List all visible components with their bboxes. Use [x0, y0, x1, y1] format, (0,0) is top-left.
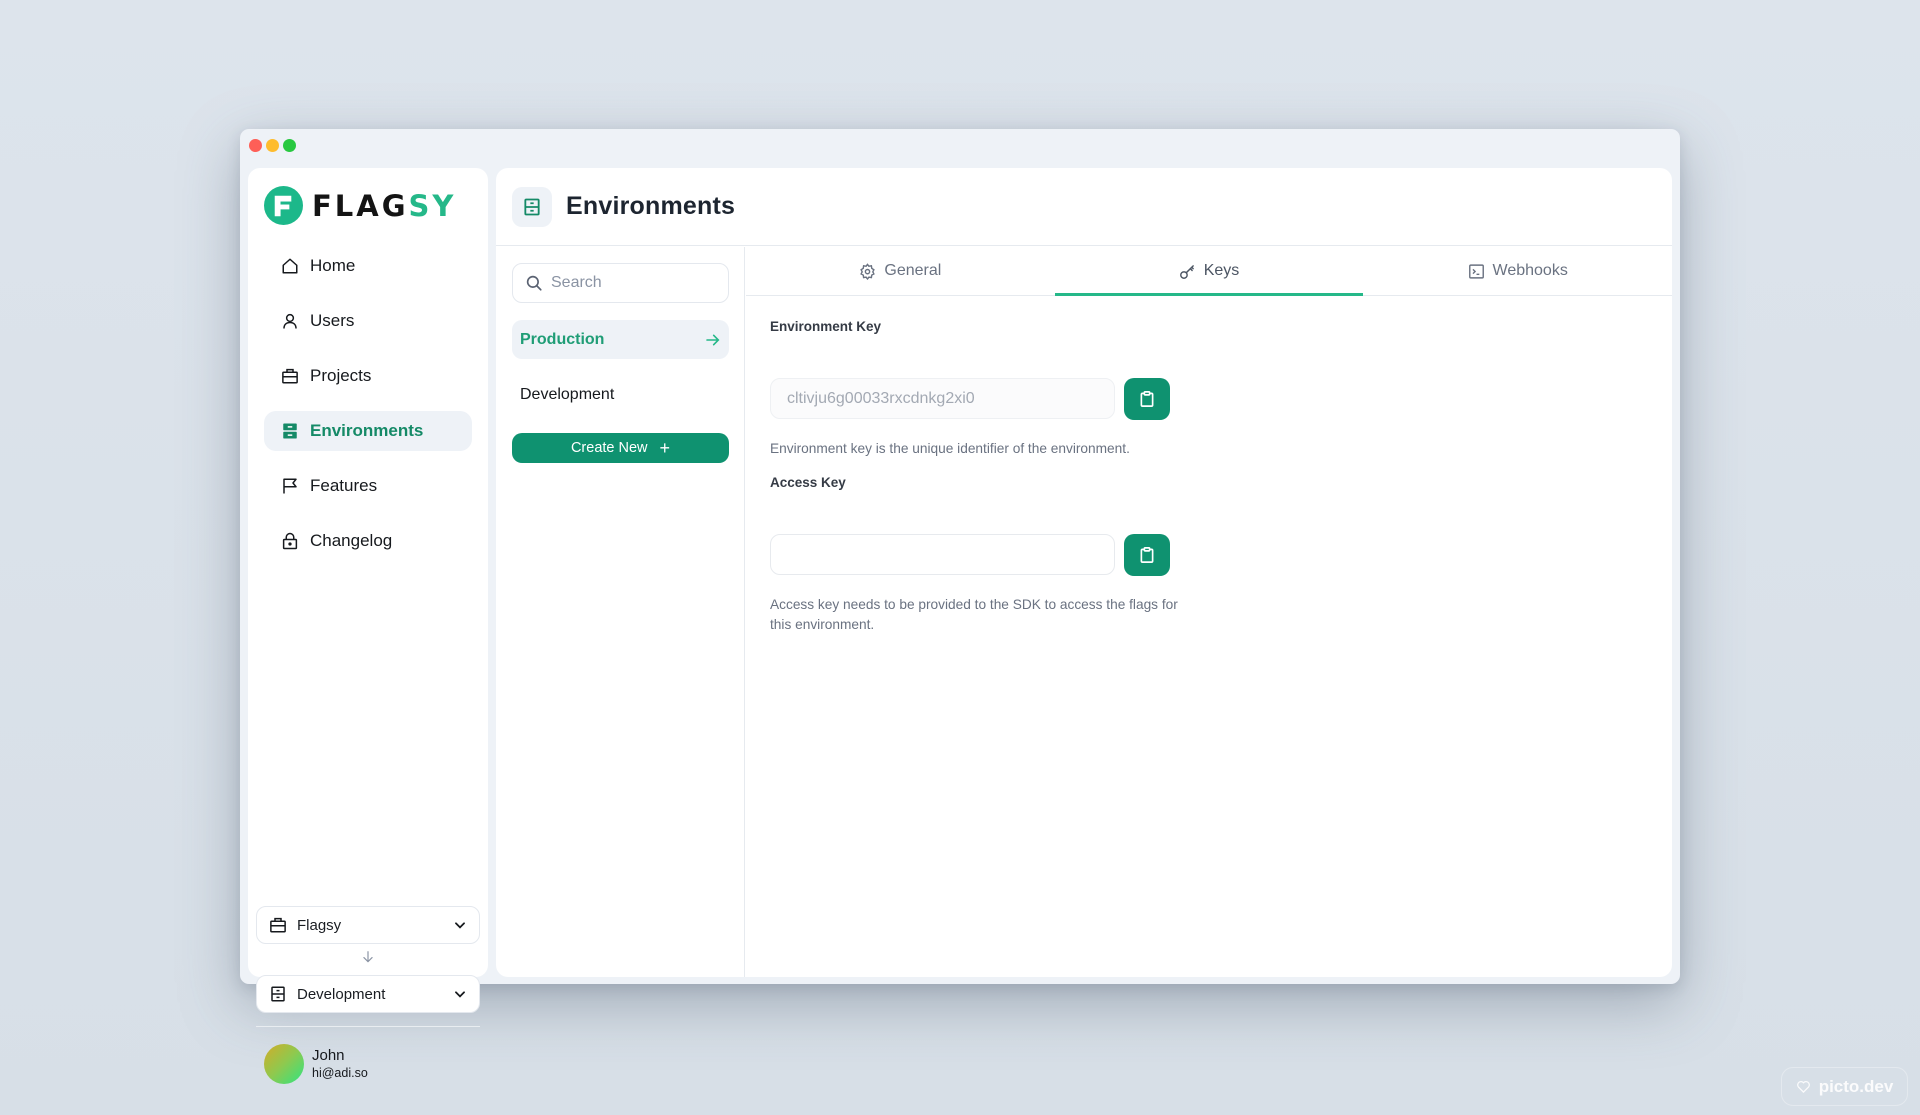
user-icon: [280, 311, 300, 331]
user-name: John: [312, 1047, 345, 1064]
sidebar-item-environments[interactable]: Environments: [264, 411, 472, 451]
environment-item-production[interactable]: Production: [512, 320, 729, 359]
tab-label: Keys: [1203, 262, 1240, 279]
sidebar-item-projects[interactable]: Projects: [264, 356, 472, 396]
sidebar-divider: [256, 1026, 480, 1027]
sidebar-item-label: Home: [310, 256, 356, 275]
arrow-down-icon: [358, 950, 378, 970]
environment-key-label: Environment Key: [770, 319, 882, 334]
access-key-label: Access Key: [770, 475, 846, 490]
logo-text-part1: FLAG: [312, 188, 409, 223]
user-email: hi@adi.so: [312, 1066, 368, 1080]
key-icon: [1179, 263, 1196, 280]
environment-item-label: Production: [520, 330, 605, 348]
tab-label: General: [884, 262, 942, 279]
close-window-button[interactable]: [249, 139, 262, 152]
sidebar-item-home[interactable]: Home: [264, 246, 472, 286]
sidebar-item-features[interactable]: Features: [264, 466, 472, 506]
search-icon: [525, 274, 543, 292]
project-switcher-value: Flagsy: [297, 916, 342, 934]
window-controls: [249, 139, 296, 152]
tab-keys[interactable]: Keys: [1054, 247, 1364, 296]
server-icon: [269, 984, 289, 1004]
sidebar: FLAGSY Home Users Projects Environments …: [248, 168, 488, 1084]
watermark-text: picto.dev: [1818, 1076, 1894, 1096]
chevron-down-icon: [453, 987, 467, 1001]
logo-text-part2: SY: [408, 188, 457, 223]
page-header: Environments: [496, 168, 1672, 246]
tab-bar: General Keys Webhooks: [746, 247, 1672, 296]
plus-icon: +: [659, 437, 671, 458]
access-key-field[interactable]: [770, 534, 1115, 575]
minimize-window-button[interactable]: [266, 139, 279, 152]
search-field[interactable]: [512, 263, 729, 303]
user-info: John hi@adi.so: [312, 1047, 368, 1081]
home-icon: [280, 256, 300, 276]
project-switcher[interactable]: Flagsy: [256, 906, 480, 944]
watermark-badge[interactable]: picto.dev: [1781, 1067, 1908, 1106]
tab-general[interactable]: General: [746, 247, 1055, 295]
heart-icon: [1796, 1079, 1811, 1094]
sidebar-item-changelog[interactable]: Changelog: [264, 521, 472, 561]
sidebar-item-users[interactable]: Users: [264, 301, 472, 341]
environment-list: Production Development Create New +: [496, 247, 745, 977]
tab-webhooks[interactable]: Webhooks: [1363, 247, 1672, 295]
arrow-right-icon: [705, 332, 721, 348]
environment-item-development[interactable]: Development: [512, 375, 729, 414]
briefcase-icon: [269, 915, 289, 935]
tab-label: Webhooks: [1492, 262, 1568, 279]
clipboard-icon: [1140, 547, 1154, 563]
briefcase-icon: [280, 366, 300, 386]
gear-icon: [859, 262, 876, 280]
logo[interactable]: FLAGSY: [264, 186, 456, 225]
sidebar-item-label: Projects: [310, 366, 372, 385]
create-new-button[interactable]: Create New +: [512, 433, 729, 463]
sidebar-item-label: Environments: [310, 421, 424, 440]
flag-icon: [280, 476, 300, 496]
create-new-label: Create New: [570, 440, 648, 456]
logo-icon: [264, 186, 303, 225]
app-window: FLAGSY Home Users Projects Environments …: [240, 129, 1680, 1084]
clipboard-icon: [1140, 391, 1154, 407]
sidebar-nav: Home Users Projects Environments Feature…: [264, 246, 472, 576]
sidebar-item-label: Users: [310, 311, 355, 330]
copy-environment-key-button[interactable]: [1124, 378, 1170, 420]
logo-text: FLAGSY: [312, 189, 456, 223]
main-panel: Environments Production Development Crea…: [496, 168, 1672, 977]
maximize-window-button[interactable]: [283, 139, 296, 152]
server-icon: [512, 186, 552, 227]
sidebar-item-label: Features: [310, 476, 378, 495]
copy-access-key-button[interactable]: [1124, 534, 1170, 576]
environment-key-help: Environment key is the unique identifier…: [770, 441, 1130, 456]
sidebar-item-label: Changelog: [310, 531, 393, 550]
environment-item-label: Development: [520, 385, 615, 403]
lock-icon: [280, 531, 300, 551]
chevron-down-icon: [453, 918, 467, 932]
terminal-icon: [1468, 263, 1485, 280]
avatar: [264, 1044, 304, 1084]
access-key-help: Access key needs to be provided to the S…: [770, 597, 1178, 632]
environment-switcher[interactable]: Development: [256, 975, 480, 1013]
user-profile[interactable]: John hi@adi.so: [264, 1044, 368, 1084]
environment-detail: General Keys Webhooks Environment Key cl…: [746, 247, 1672, 977]
page-title: Environments: [566, 192, 736, 220]
search-input[interactable]: [551, 274, 721, 292]
server-icon: [280, 421, 300, 441]
environment-key-field[interactable]: cltivju6g00033rxcdnkg2xi0: [770, 378, 1115, 419]
environment-switcher-value: Development: [297, 985, 386, 1003]
